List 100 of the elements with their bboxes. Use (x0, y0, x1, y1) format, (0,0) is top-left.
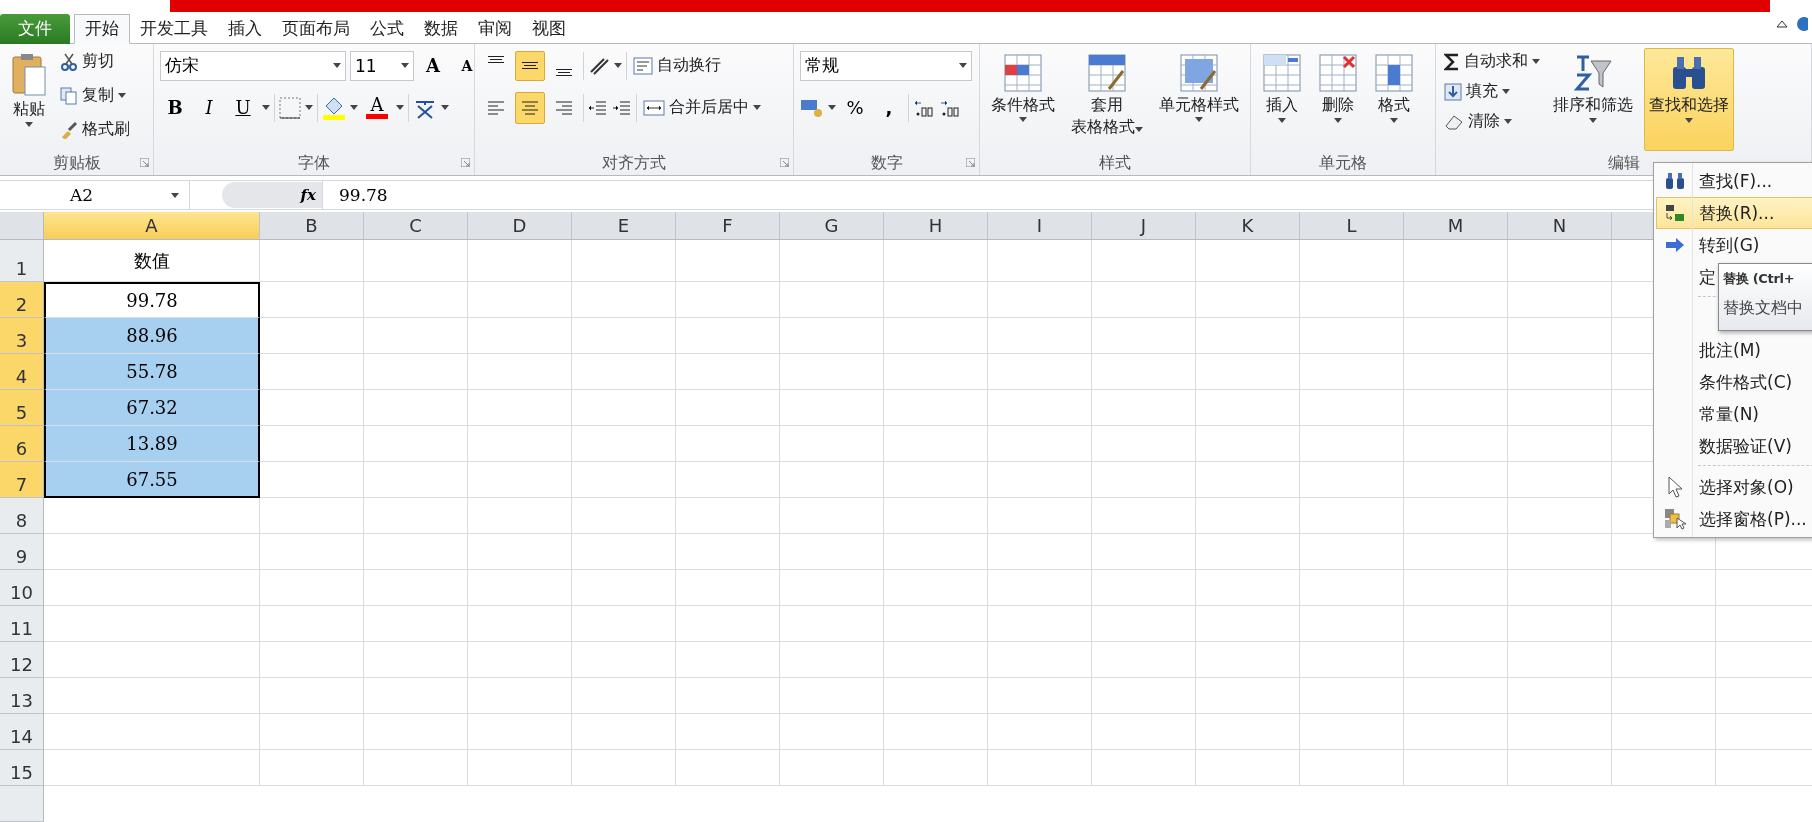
table-cell[interactable] (884, 750, 988, 786)
table-cell[interactable] (1196, 318, 1300, 354)
table-cell[interactable] (988, 714, 1092, 750)
table-cell[interactable] (780, 426, 884, 462)
ribbon-tab[interactable]: 开始 (74, 13, 130, 44)
table-cell[interactable] (1300, 498, 1404, 534)
table-cell[interactable] (1508, 240, 1612, 282)
percent-button[interactable]: % (840, 91, 870, 124)
table-cell[interactable] (44, 606, 260, 642)
table-cell[interactable] (44, 570, 260, 606)
table-cell[interactable] (1612, 750, 1716, 786)
table-cell[interactable] (1196, 426, 1300, 462)
table-cell[interactable] (780, 282, 884, 318)
table-cell[interactable] (260, 714, 364, 750)
table-cell[interactable] (676, 318, 780, 354)
table-cell[interactable] (1092, 426, 1196, 462)
ribbon-tab[interactable]: 公式 (360, 13, 414, 44)
table-cell[interactable] (1612, 678, 1716, 714)
table-cell[interactable] (1404, 426, 1508, 462)
table-cell[interactable] (884, 570, 988, 606)
row-header[interactable]: 15 (0, 750, 44, 786)
table-cell[interactable] (1612, 606, 1716, 642)
minimize-ribbon-icon[interactable] (1776, 19, 1788, 30)
grow-font-button[interactable]: A (418, 49, 448, 82)
table-cell[interactable] (1404, 606, 1508, 642)
currency-icon[interactable] (800, 97, 824, 118)
ribbon-tab[interactable]: 数据 (414, 13, 468, 44)
row-header[interactable]: 4 (0, 354, 44, 390)
table-cell[interactable] (676, 606, 780, 642)
table-cell[interactable]: 88.96 (44, 318, 260, 354)
table-cell[interactable] (468, 498, 572, 534)
table-cell[interactable] (260, 642, 364, 678)
table-cell[interactable] (260, 606, 364, 642)
table-cell[interactable] (468, 354, 572, 390)
table-cell[interactable] (1300, 534, 1404, 570)
table-cell[interactable] (1612, 570, 1716, 606)
table-cell[interactable] (364, 426, 468, 462)
table-cell[interactable] (364, 498, 468, 534)
table-cell[interactable] (1508, 750, 1612, 786)
text-orientation-icon[interactable] (588, 55, 610, 76)
font-color-button[interactable]: A (362, 91, 392, 124)
column-header[interactable]: I (988, 212, 1092, 240)
table-cell[interactable] (1196, 714, 1300, 750)
file-tab[interactable]: 文件 (0, 13, 70, 44)
table-cell[interactable] (1612, 642, 1716, 678)
table-cell[interactable] (1092, 462, 1196, 498)
dialog-launcher-icon[interactable] (780, 158, 789, 167)
insert-function-button[interactable]: fx (222, 182, 322, 208)
table-cell[interactable] (1508, 678, 1612, 714)
column-header[interactable]: B (260, 212, 364, 240)
table-cell[interactable]: 67.32 (44, 390, 260, 426)
column-header[interactable]: L (1300, 212, 1404, 240)
table-cell[interactable] (1508, 714, 1612, 750)
table-cell[interactable] (260, 240, 364, 282)
table-cell[interactable] (1508, 534, 1612, 570)
table-cell[interactable]: 13.89 (44, 426, 260, 462)
table-cell[interactable]: 67.55 (44, 462, 260, 498)
table-cell[interactable] (1196, 606, 1300, 642)
table-cell[interactable] (1508, 354, 1612, 390)
table-cell[interactable] (884, 354, 988, 390)
table-cell[interactable] (1404, 498, 1508, 534)
table-cell[interactable] (468, 642, 572, 678)
menu-item[interactable]: 常量(N) (1656, 398, 1812, 430)
menu-item[interactable]: 条件格式(C) (1656, 366, 1812, 398)
table-cell[interactable] (988, 678, 1092, 714)
table-cell[interactable] (884, 642, 988, 678)
table-cell[interactable] (1092, 240, 1196, 282)
table-cell[interactable] (988, 498, 1092, 534)
ribbon-tab[interactable]: 页面布局 (272, 13, 360, 44)
table-cell[interactable] (1404, 678, 1508, 714)
table-cell[interactable] (1196, 498, 1300, 534)
table-cell[interactable]: 55.78 (44, 354, 260, 390)
table-cell[interactable] (1196, 678, 1300, 714)
table-cell[interactable] (676, 426, 780, 462)
table-cell[interactable] (988, 354, 1092, 390)
clear-button[interactable]: 清除 (1442, 107, 1542, 136)
table-cell[interactable] (1404, 390, 1508, 426)
table-cell[interactable] (364, 714, 468, 750)
table-cell[interactable] (884, 678, 988, 714)
font-name-field[interactable]: 仿宋 (160, 50, 346, 81)
column-header[interactable]: M (1404, 212, 1508, 240)
table-cell[interactable] (572, 390, 676, 426)
ribbon-tab[interactable]: 审阅 (468, 13, 522, 44)
table-cell[interactable] (1196, 750, 1300, 786)
table-cell[interactable] (1300, 318, 1404, 354)
table-cell[interactable] (676, 678, 780, 714)
table-cell[interactable] (1300, 606, 1404, 642)
table-cell[interactable] (780, 642, 884, 678)
row-header[interactable] (0, 786, 44, 822)
table-cell[interactable] (1508, 318, 1612, 354)
column-header[interactable]: C (364, 212, 468, 240)
table-cell[interactable] (1404, 282, 1508, 318)
table-cell[interactable]: 数值 (44, 240, 260, 282)
table-cell[interactable] (1092, 354, 1196, 390)
table-cell[interactable] (468, 462, 572, 498)
wrap-text-button[interactable]: 自动换行 (631, 51, 723, 80)
column-header[interactable]: H (884, 212, 988, 240)
table-cell[interactable] (44, 498, 260, 534)
table-cell[interactable] (1196, 240, 1300, 282)
name-box[interactable]: A2 (0, 181, 190, 209)
